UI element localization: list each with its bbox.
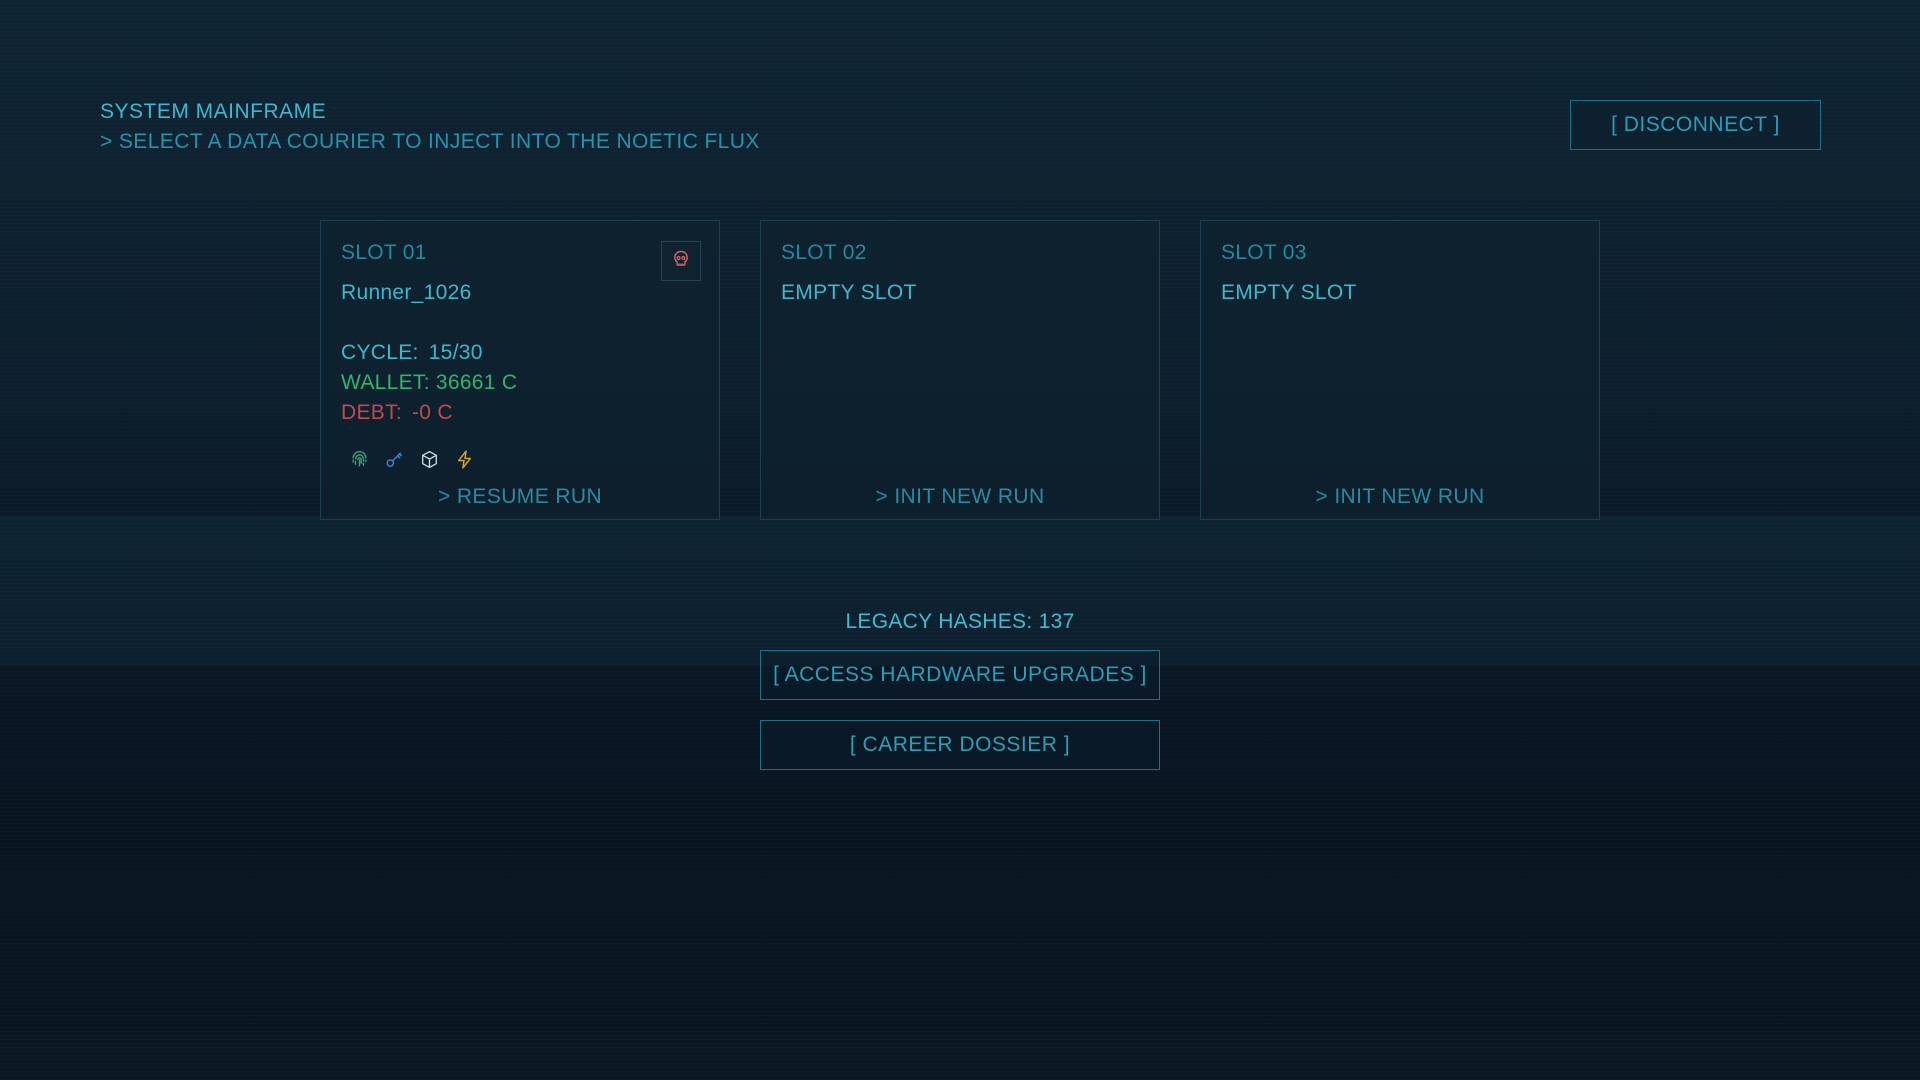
slot-label: SLOT 02 (781, 241, 867, 264)
disconnect-button[interactable]: [ DISCONNECT ] (1570, 100, 1821, 150)
cycle-value: 15/30 (428, 341, 483, 364)
cycle-stat: CYCLE: 15/30 (341, 341, 483, 365)
slot-label: SLOT 03 (1221, 241, 1307, 264)
debt-stat: DEBT: -0 C (341, 401, 453, 425)
wallet-value: 36661 C (435, 371, 518, 394)
wallet-label: WALLET: (341, 371, 430, 394)
lightning-icon (454, 449, 475, 470)
debt-label: DEBT: (341, 401, 403, 424)
header: SYSTEM MAINFRAME > SELECT A DATA COURIER… (100, 100, 760, 154)
slot-empty-label: EMPTY SLOT (781, 281, 917, 304)
cycle-label: CYCLE: (341, 341, 419, 364)
init-new-run-button[interactable]: > INIT NEW RUN (761, 485, 1159, 509)
page-title: SYSTEM MAINFRAME (100, 100, 327, 123)
skull-icon (671, 249, 691, 274)
career-dossier-button[interactable]: [ CAREER DOSSIER ] (760, 720, 1160, 770)
fingerprint-icon (349, 449, 370, 470)
cube-icon (419, 449, 440, 470)
slot-03-card[interactable]: SLOT 03 EMPTY SLOT > INIT NEW RUN (1200, 220, 1600, 520)
slot-label: SLOT 01 (341, 241, 427, 264)
slot-01-card[interactable]: SLOT 01 Runner_1026 CYCLE: 15/30 WALLET: 3… (320, 220, 720, 520)
init-new-run-button[interactable]: > INIT NEW RUN (1201, 485, 1599, 509)
debt-value: -0 C (412, 401, 453, 424)
slot-02-card[interactable]: SLOT 02 EMPTY SLOT > INIT NEW RUN (760, 220, 1160, 520)
slot-runner-name: Runner_1026 (341, 281, 472, 304)
slot-empty-label: EMPTY SLOT (1221, 281, 1357, 304)
page-subtitle: > SELECT A DATA COURIER TO INJECT INTO T… (100, 130, 760, 153)
status-icons (349, 449, 475, 470)
resume-run-button[interactable]: > RESUME RUN (321, 485, 719, 509)
access-hardware-upgrades-button[interactable]: [ ACCESS HARDWARE UPGRADES ] (760, 650, 1160, 700)
key-icon (384, 449, 405, 470)
wallet-stat: WALLET: 36661 C (341, 371, 517, 395)
mid-band (0, 516, 1920, 666)
delete-slot-button[interactable] (661, 241, 701, 281)
legacy-hashes-counter: LEGACY HASHES: 137 (845, 610, 1075, 633)
